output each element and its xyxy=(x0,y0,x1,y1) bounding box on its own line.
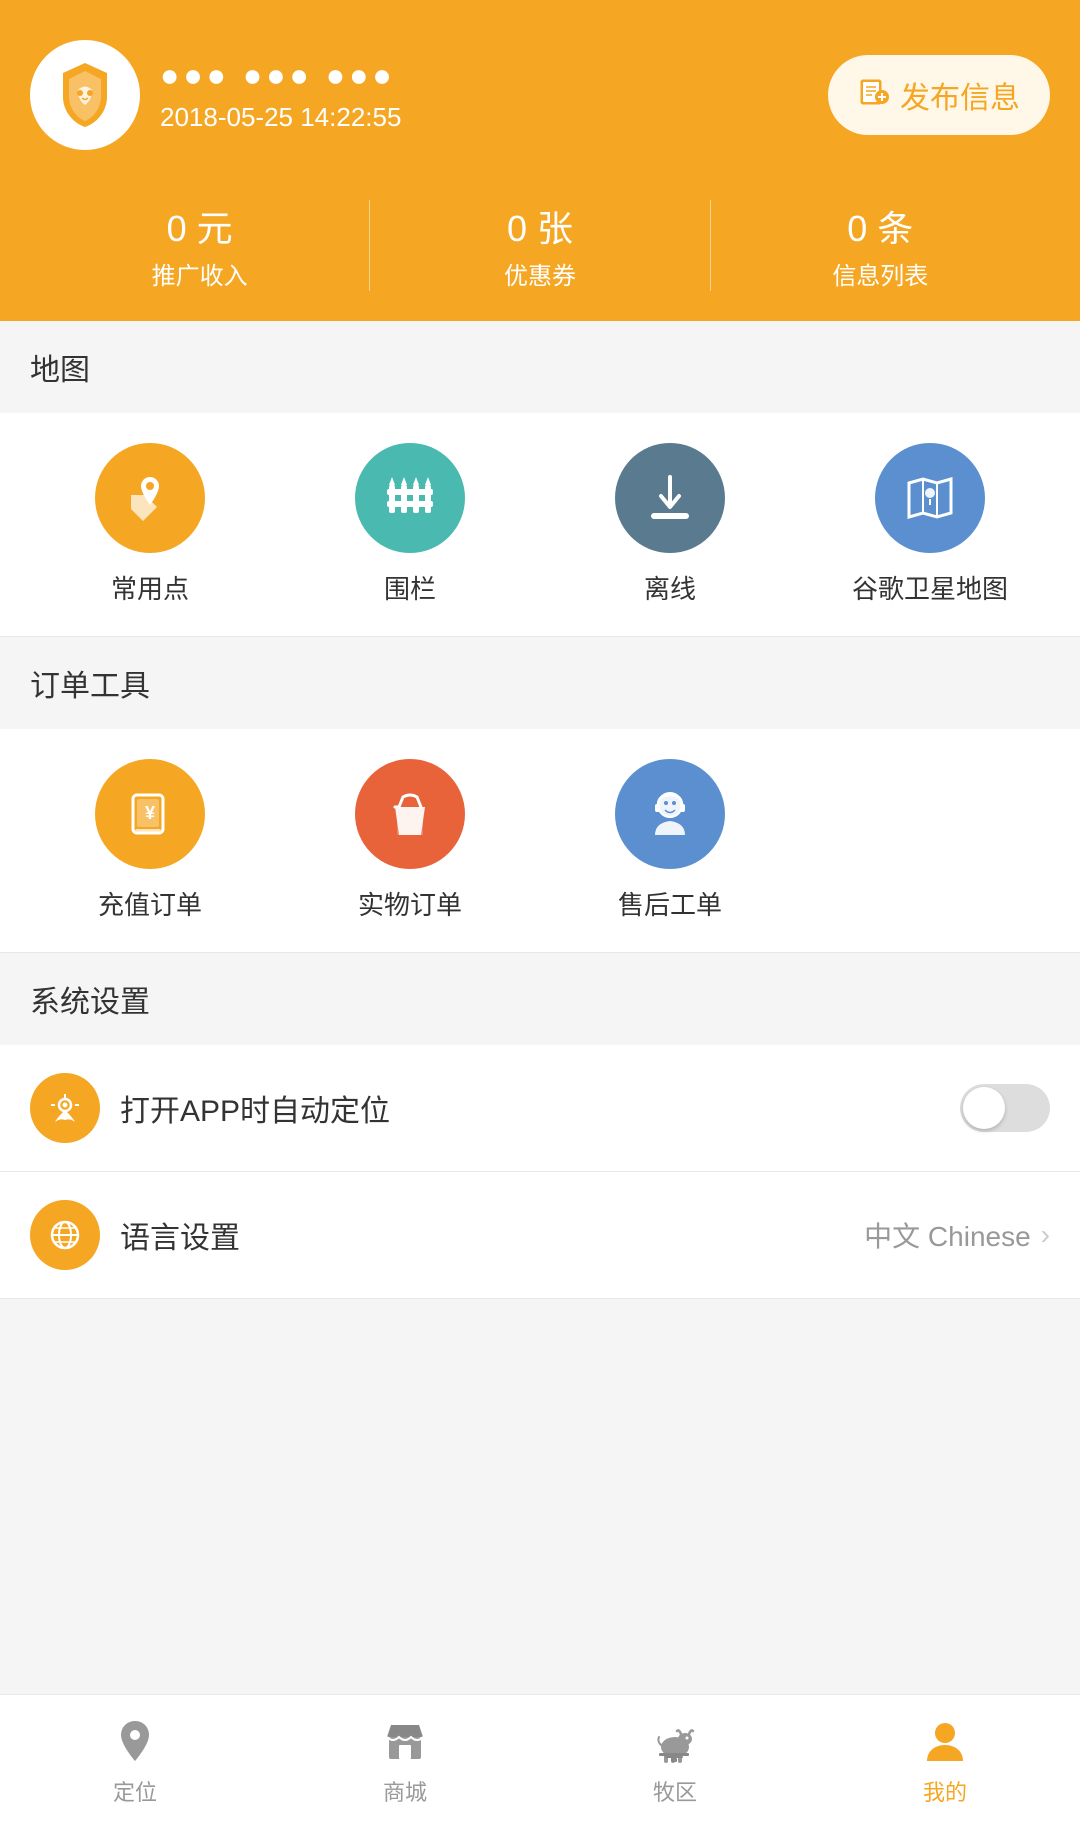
favorites-label: 常用点 xyxy=(111,569,189,606)
order-item-recharge[interactable]: ¥ 充值订单 xyxy=(20,759,280,922)
order-item-aftersale[interactable]: 售后工单 xyxy=(540,759,800,922)
nav-store-label: 商城 xyxy=(383,1775,427,1807)
settings-language[interactable]: 语言设置 中文 Chinese › xyxy=(0,1172,1080,1299)
user-date: 2018-05-25 14:22:55 xyxy=(160,102,401,133)
recharge-label: 充值订单 xyxy=(98,885,202,922)
nav-item-location[interactable]: 定位 xyxy=(0,1695,270,1831)
recharge-icon-circle: ¥ xyxy=(95,759,205,869)
order-icon-grid: ¥ 充值订单 实物订单 xyxy=(0,729,1080,952)
stat-coupon-label: 优惠券 xyxy=(370,256,709,291)
avatar xyxy=(30,40,140,150)
aftersale-icon-circle xyxy=(615,759,725,869)
svg-text:¥: ¥ xyxy=(145,803,155,823)
map-section-header: 地图 xyxy=(0,321,1080,413)
bottom-nav: 定位 商城 xyxy=(0,1694,1080,1831)
nav-pasture-label: 牧区 xyxy=(653,1775,697,1807)
user-details: ●●● ●●● ●●● 2018-05-25 14:22:55 xyxy=(160,57,401,133)
stat-info-value: 0 条 xyxy=(711,200,1050,252)
map-item-favorites[interactable]: 常用点 xyxy=(20,443,280,606)
language-arrow-icon: › xyxy=(1041,1219,1050,1251)
fence-icon-circle xyxy=(355,443,465,553)
stats-row: 0 元 推广收入 0 张 优惠券 0 条 信息列表 xyxy=(30,180,1050,321)
stat-promo-label: 推广收入 xyxy=(30,256,369,291)
stat-coupons[interactable]: 0 张 优惠券 xyxy=(370,200,710,291)
nav-item-mine[interactable]: 我的 xyxy=(810,1695,1080,1831)
offline-icon-circle xyxy=(615,443,725,553)
map-item-fence[interactable]: 围栏 xyxy=(280,443,540,606)
nav-location-label: 定位 xyxy=(113,1775,157,1807)
header: ●●● ●●● ●●● 2018-05-25 14:22:55 发布信息 xyxy=(0,0,1080,321)
header-top: ●●● ●●● ●●● 2018-05-25 14:22:55 发布信息 xyxy=(30,40,1050,150)
nav-store-icon xyxy=(379,1715,431,1767)
system-section-header: 系统设置 xyxy=(0,953,1080,1045)
language-value: 中文 Chinese xyxy=(864,1215,1031,1255)
aftersale-label: 售后工单 xyxy=(618,885,722,922)
order-section-header: 订单工具 xyxy=(0,637,1080,729)
content-area: 地图 常用点 xyxy=(0,321,1080,1439)
favorites-icon-circle xyxy=(95,443,205,553)
map-item-offline[interactable]: 离线 xyxy=(540,443,800,606)
user-name: ●●● ●●● ●●● xyxy=(160,57,401,94)
fence-label: 围栏 xyxy=(384,569,436,606)
settings-auto-location[interactable]: 打开APP时自动定位 xyxy=(0,1045,1080,1172)
order-item-physical[interactable]: 实物订单 xyxy=(280,759,540,922)
auto-location-label: 打开APP时自动定位 xyxy=(120,1086,960,1130)
auto-location-toggle[interactable] xyxy=(960,1084,1050,1132)
nav-pasture-icon xyxy=(649,1715,701,1767)
stat-info-list[interactable]: 0 条 信息列表 xyxy=(711,200,1050,291)
language-label: 语言设置 xyxy=(120,1213,864,1257)
google-label: 谷歌卫星地图 xyxy=(852,569,1008,606)
nav-mine-icon xyxy=(919,1715,971,1767)
google-icon-circle xyxy=(875,443,985,553)
stat-info-label: 信息列表 xyxy=(711,256,1050,291)
nav-location-icon xyxy=(109,1715,161,1767)
stat-coupon-value: 0 张 xyxy=(370,200,709,252)
publish-btn-label: 发布信息 xyxy=(900,73,1020,117)
nav-item-store[interactable]: 商城 xyxy=(270,1695,540,1831)
auto-location-icon-circle xyxy=(30,1073,100,1143)
publish-button[interactable]: 发布信息 xyxy=(828,55,1050,135)
language-icon-circle xyxy=(30,1200,100,1270)
map-icon-grid: 常用点 围栏 xyxy=(0,413,1080,636)
stat-promo-income[interactable]: 0 元 推广收入 xyxy=(30,200,370,291)
nav-item-pasture[interactable]: 牧区 xyxy=(540,1695,810,1831)
user-info: ●●● ●●● ●●● 2018-05-25 14:22:55 xyxy=(30,40,401,150)
map-item-google[interactable]: 谷歌卫星地图 xyxy=(800,443,1060,606)
physical-icon-circle xyxy=(355,759,465,869)
nav-mine-label: 我的 xyxy=(923,1775,967,1807)
offline-label: 离线 xyxy=(644,569,696,606)
publish-icon xyxy=(858,75,890,115)
stat-promo-value: 0 元 xyxy=(30,200,369,252)
physical-label: 实物订单 xyxy=(358,885,462,922)
